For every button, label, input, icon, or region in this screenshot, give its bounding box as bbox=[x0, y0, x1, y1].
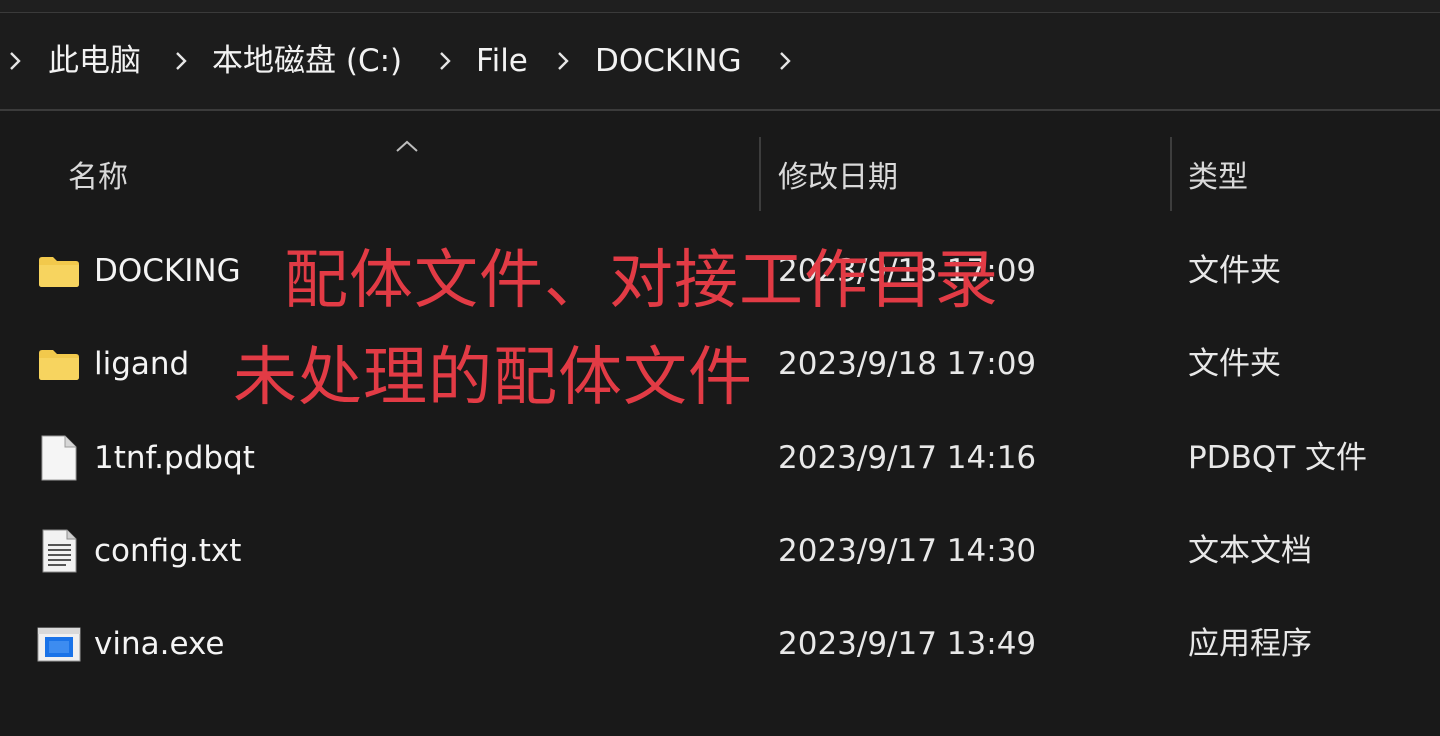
file-name[interactable]: config.txt bbox=[94, 506, 241, 596]
folder-icon bbox=[39, 257, 79, 287]
column-header-modified[interactable]: 修改日期 bbox=[778, 152, 898, 196]
breadcrumb-docking[interactable]: DOCKING bbox=[595, 13, 742, 109]
breadcrumb-chevron-icon[interactable] bbox=[174, 13, 188, 109]
annotation-docking-folder: 配体文件、对接工作目录 bbox=[284, 244, 999, 318]
annotation-ligand-folder: 未处理的配体文件 bbox=[233, 341, 753, 415]
executable-icon bbox=[37, 627, 81, 662]
breadcrumb-this-pc[interactable]: 此电脑 bbox=[48, 13, 141, 109]
breadcrumb-file[interactable]: File bbox=[476, 13, 528, 109]
list-item[interactable]: 1tnf.pdbqt 2023/9/17 14:16 PDBQT 文件 bbox=[0, 413, 1440, 503]
file-explorer-window: 此电脑 本地磁盘 (C:) File DOCKING 名称 修改日期 类型 DO… bbox=[0, 0, 1440, 736]
file-type: 应用程序 bbox=[1188, 626, 1312, 662]
sort-ascending-icon bbox=[396, 140, 418, 152]
breadcrumb-chevron-icon[interactable] bbox=[8, 13, 22, 109]
folder-icon bbox=[39, 350, 79, 380]
blank-file-icon bbox=[41, 435, 77, 481]
file-modified-date: 2023/9/17 14:16 bbox=[778, 440, 1037, 476]
file-type: PDBQT 文件 bbox=[1188, 440, 1368, 476]
column-divider[interactable] bbox=[759, 137, 761, 211]
column-header-type[interactable]: 类型 bbox=[1188, 152, 1248, 196]
file-type: 文件夹 bbox=[1188, 346, 1281, 382]
breadcrumb-chevron-icon[interactable] bbox=[556, 13, 570, 109]
file-modified-date: 2023/9/17 14:30 bbox=[778, 533, 1037, 569]
file-type: 文件夹 bbox=[1188, 253, 1281, 289]
text-file-icon bbox=[42, 529, 77, 573]
toolbar-edge bbox=[0, 0, 1440, 13]
breadcrumb[interactable]: 此电脑 本地磁盘 (C:) File DOCKING bbox=[0, 13, 1440, 111]
file-name[interactable]: ligand bbox=[94, 319, 189, 409]
column-header-name[interactable]: 名称 bbox=[68, 152, 128, 196]
column-divider[interactable] bbox=[1170, 137, 1172, 211]
list-item[interactable]: config.txt 2023/9/17 14:30 文本文档 bbox=[0, 506, 1440, 596]
file-name[interactable]: vina.exe bbox=[94, 599, 224, 689]
list-item[interactable]: vina.exe 2023/9/17 13:49 应用程序 bbox=[0, 599, 1440, 689]
file-name[interactable]: DOCKING bbox=[94, 226, 241, 316]
file-name[interactable]: 1tnf.pdbqt bbox=[94, 413, 255, 503]
breadcrumb-chevron-icon[interactable] bbox=[778, 13, 792, 109]
file-type: 文本文档 bbox=[1188, 533, 1312, 569]
breadcrumb-local-disk[interactable]: 本地磁盘 (C:) bbox=[212, 13, 402, 109]
breadcrumb-chevron-icon[interactable] bbox=[438, 13, 452, 109]
file-modified-date: 2023/9/17 13:49 bbox=[778, 626, 1037, 662]
file-modified-date: 2023/9/18 17:09 bbox=[778, 346, 1037, 382]
